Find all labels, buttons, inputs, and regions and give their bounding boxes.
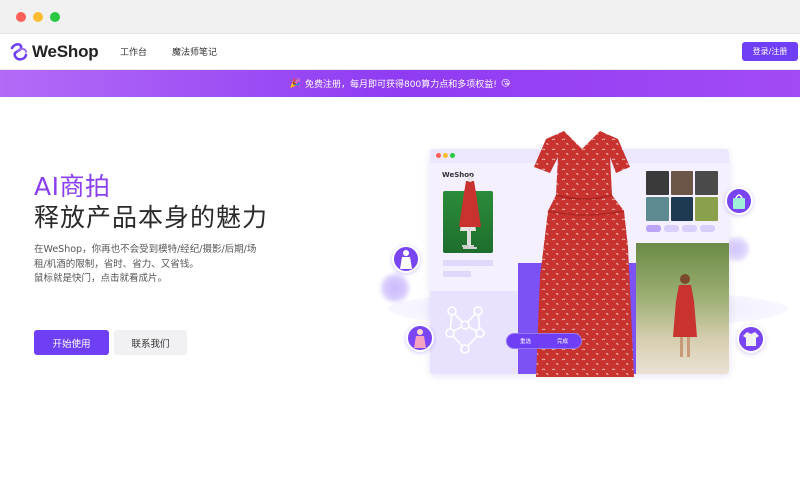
mockup-pill	[700, 225, 715, 232]
weshop-logo-icon	[10, 42, 28, 61]
mockup-pill	[646, 225, 661, 232]
mockup-dot	[443, 153, 448, 158]
maximize-window-button[interactable]	[50, 12, 60, 22]
avatar-model-icon	[392, 245, 420, 273]
hero-description-line: 鼠标就是快门，点击就看成片。	[34, 273, 168, 284]
decorative-blob	[381, 274, 409, 302]
contact-us-button[interactable]: 联系我们	[114, 330, 187, 355]
window-titlebar	[0, 0, 800, 34]
mockup-placeholder-line	[443, 260, 493, 266]
shopping-bag-icon	[725, 187, 753, 215]
hero-description: 在WeShop，你再也不会受到模特/经纪/摄影/后期/场 租/机酒的限制，省时、…	[34, 243, 284, 287]
hero-illustration: WeShop 重选 完成	[380, 119, 790, 399]
mannequin-red-dress-icon	[459, 176, 481, 249]
beach-model-figure	[673, 274, 697, 357]
model-thumbnail	[670, 171, 694, 195]
promo-text: 免费注册，每月即可获得800算力点和多项权益!	[305, 80, 497, 90]
mockup-pill	[664, 225, 679, 232]
hero-description-line: 租/机酒的限制，省时、省力、又省钱。	[34, 258, 199, 270]
model-thumbnail	[670, 197, 694, 221]
red-floral-dress-image	[534, 131, 634, 377]
top-navbar: WeShop 工作台 魔法师笔记 登录/注册	[0, 34, 800, 70]
close-window-button[interactable]	[16, 12, 26, 22]
done-button[interactable]: 完成	[557, 337, 568, 345]
nav-link-workbench[interactable]: 工作台	[120, 45, 147, 58]
neural-network-icon	[445, 306, 485, 354]
hero-description-line: 在WeShop，你再也不会受到模特/经纪/摄影/后期/场	[34, 244, 257, 255]
mockup-pill	[682, 225, 697, 232]
model-thumbnail	[695, 197, 718, 221]
mockup-placeholder-line	[443, 271, 471, 277]
promo-banner[interactable]: 🎉 免费注册，每月即可获得800算力点和多项权益! 😘	[0, 70, 800, 97]
model-face-grid	[646, 171, 718, 221]
kiss-face-icon: 😘	[500, 78, 511, 89]
shirt-icon	[737, 325, 765, 353]
mockup-dot	[450, 153, 455, 158]
hero-section: AI商拍 释放产品本身的魅力 在WeShop，你再也不会受到模特/经纪/摄影/后…	[0, 97, 800, 479]
weshop-logo-link[interactable]: WeShop	[9, 41, 99, 63]
login-register-button[interactable]: 登录/注册	[742, 42, 798, 61]
party-popper-icon: 🎉	[289, 78, 302, 89]
model-thumbnail	[646, 197, 669, 221]
hero-headline-main: 释放产品本身的魅力	[34, 203, 269, 232]
model-thumbnail	[695, 171, 718, 195]
mockup-dot	[436, 153, 441, 158]
edit-control-bar: 重选 完成	[506, 333, 582, 349]
nav-link-magician-notes[interactable]: 魔法师笔记	[172, 45, 217, 58]
get-started-button[interactable]: 开始使用	[34, 330, 109, 355]
avatar-dress-icon	[406, 324, 434, 352]
mockup-pill-row	[646, 225, 715, 232]
model-thumbnail	[646, 171, 669, 195]
minimize-window-button[interactable]	[33, 12, 43, 22]
logo-text: WeShop	[32, 42, 99, 61]
reselect-button[interactable]: 重选	[520, 337, 531, 345]
